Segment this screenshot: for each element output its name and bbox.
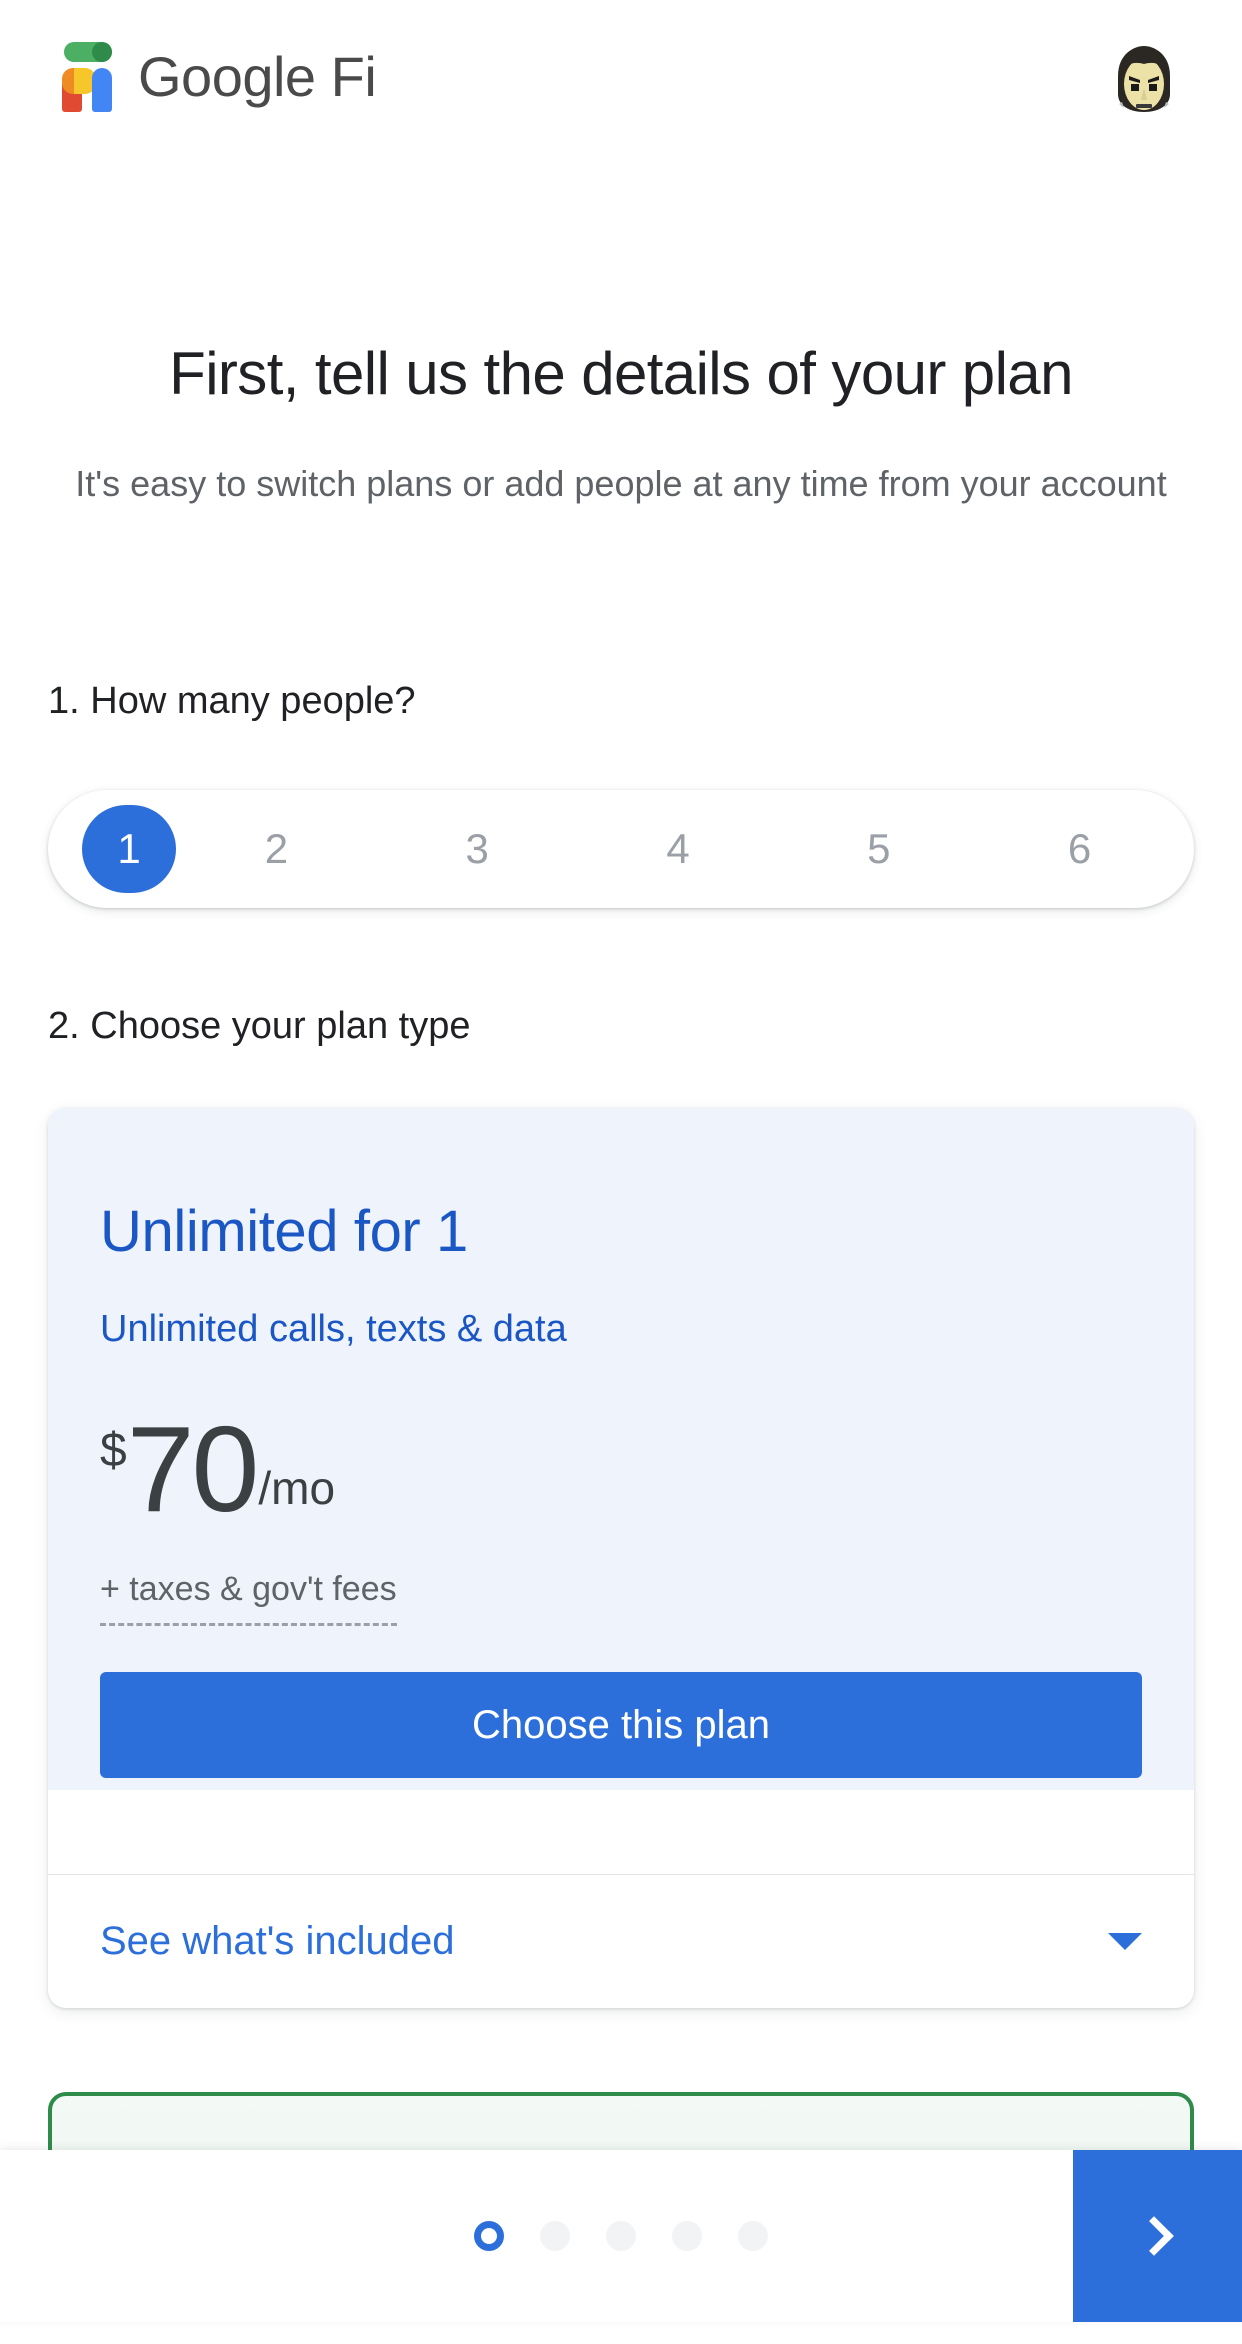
brand-fi-word: Fi <box>330 44 377 108</box>
price-amount: 70 <box>126 1401 260 1537</box>
people-option-4[interactable]: 4 <box>578 805 779 893</box>
plan-card-unlimited[interactable]: Unlimited for 1 Unlimited calls, texts &… <box>48 1108 1194 2008</box>
avatar-image <box>1108 42 1180 114</box>
people-option-5[interactable]: 5 <box>778 805 979 893</box>
google-fi-logo-icon <box>50 40 112 112</box>
price-currency: $ <box>100 1424 127 1477</box>
chevron-right-icon <box>1133 2216 1174 2256</box>
people-option-2[interactable]: 2 <box>176 805 377 893</box>
app-header: Google Fi <box>0 0 1242 152</box>
next-step-button[interactable] <box>1073 2150 1242 2322</box>
brand-google-word: Google <box>138 44 316 108</box>
step-2-label: 2. Choose your plan type <box>48 1005 471 1047</box>
step-dot-4[interactable] <box>672 2221 702 2251</box>
app-root: Google Fi First, tell us the details of … <box>0 0 1242 2344</box>
step-1-label: 1. How many people? <box>48 680 416 722</box>
plan-description: Unlimited calls, texts & data <box>100 1308 567 1350</box>
step-dots <box>474 2221 768 2251</box>
step-dot-2[interactable] <box>540 2221 570 2251</box>
plan-price: $ 70 /mo <box>100 1401 336 1537</box>
plan-title: Unlimited for 1 <box>100 1199 468 1264</box>
step-dot-5[interactable] <box>738 2221 768 2251</box>
chevron-down-icon[interactable] <box>1108 1933 1142 1950</box>
people-option-3[interactable]: 3 <box>377 805 578 893</box>
people-option-6[interactable]: 6 <box>979 805 1180 893</box>
choose-this-plan-button[interactable]: Choose this plan <box>100 1672 1142 1778</box>
step-dot-1[interactable] <box>474 2221 504 2251</box>
brand-text: Google Fi <box>138 44 377 109</box>
page-subtitle: It's easy to switch plans or add people … <box>75 463 1167 504</box>
bottom-navigation-bar <box>0 2150 1242 2322</box>
avatar[interactable] <box>1108 42 1180 114</box>
people-count-selector[interactable]: 1 2 3 4 5 6 <box>48 790 1194 908</box>
step-dot-3[interactable] <box>606 2221 636 2251</box>
see-whats-included-label: See what's included <box>100 1919 455 1963</box>
see-whats-included-row[interactable]: See what's included <box>48 1875 1194 2008</box>
people-option-1[interactable]: 1 <box>82 805 176 893</box>
tax-note: + taxes & gov't fees <box>100 1570 397 1626</box>
price-period: /mo <box>258 1462 336 1515</box>
page-title: First, tell us the details of your plan <box>169 340 1073 407</box>
brand-lockup[interactable]: Google Fi <box>50 40 377 112</box>
